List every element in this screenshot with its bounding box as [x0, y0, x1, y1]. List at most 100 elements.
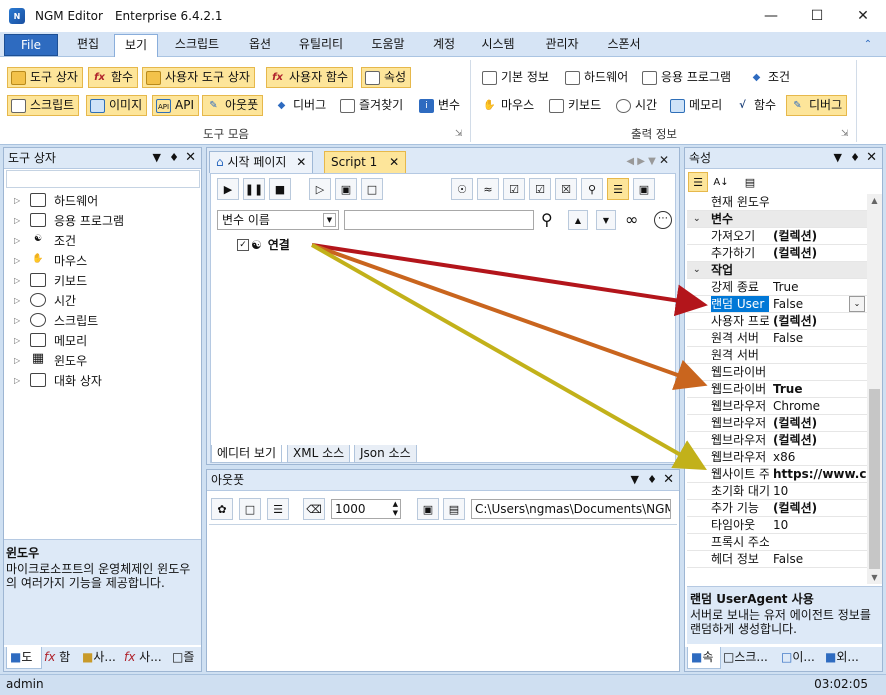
toolbox-search-input[interactable] [6, 170, 200, 188]
menu-options[interactable]: 옵션 [238, 34, 282, 56]
ribbon-properties-button[interactable]: 속성 [361, 67, 412, 88]
tree-item-window[interactable]: ▷ ▦ 윈도우 [14, 350, 87, 370]
ribbon-api-button[interactable]: API API [152, 95, 199, 116]
tab-json-source[interactable]: Json 소스 [354, 445, 417, 463]
property-row[interactable]: 사용자 프로 (컬렉션) [687, 313, 867, 330]
tab-user-function[interactable]: fx 사... [124, 647, 162, 669]
property-row[interactable]: 랜덤 User False ⌄ [687, 296, 867, 313]
search-icon[interactable]: ⚲ [581, 178, 603, 200]
ribbon-collapse-icon[interactable]: ⌃ [858, 34, 878, 56]
property-row[interactable]: 현재 윈도우 [687, 194, 867, 211]
tab-favorites[interactable]: □즐 [172, 647, 194, 669]
expand-icon[interactable]: ▷ [14, 196, 24, 205]
sort-az-icon[interactable]: A↓ [711, 172, 731, 192]
property-row[interactable]: 웹브라우저 Chrome [687, 398, 867, 415]
property-value[interactable]: 10 [773, 517, 867, 533]
menu-file[interactable]: File [4, 34, 58, 56]
folder-icon[interactable]: ▤ [443, 498, 465, 520]
ribbon-basic-info-button[interactable]: 기본 정보 [478, 67, 554, 88]
tab-script-1[interactable]: Script 1 ✕ [324, 151, 407, 173]
menu-utility[interactable]: 유틸리티 [290, 34, 352, 56]
tree-item-applications[interactable]: ▷ 응용 프로그램 [14, 210, 124, 230]
property-category[interactable]: ⌄ 작업 [687, 262, 867, 279]
property-row[interactable]: 추가 기능 (컬렉션) [687, 500, 867, 517]
property-scrollbar[interactable]: ▲ ▼ [867, 194, 882, 584]
expand-icon[interactable]: ▷ [14, 216, 24, 225]
expand-icon[interactable]: ▷ [14, 316, 24, 325]
property-value[interactable]: (컬렉션) [773, 245, 867, 261]
step-into-icon[interactable]: □ [361, 178, 383, 200]
ribbon-time-button[interactable]: 시간 [612, 95, 662, 116]
tree-item-hardware[interactable]: ▷ 하드웨어 [14, 190, 98, 210]
menu-script[interactable]: 스크립트 [164, 34, 230, 56]
check-outline-icon[interactable]: ☑ [529, 178, 551, 200]
menu-sponsor[interactable]: 스폰서 [600, 34, 648, 56]
tree-item-time[interactable]: ▷ 시간 [14, 290, 76, 310]
expand-icon[interactable]: ▷ [14, 276, 24, 285]
run-outline-icon[interactable]: ▷ [309, 178, 331, 200]
property-value[interactable]: (컬렉션) [773, 500, 867, 516]
property-value[interactable]: False [773, 551, 867, 567]
property-row[interactable]: 웹브라우저 x86 [687, 449, 867, 466]
list-icon[interactable]: ☰ [267, 498, 289, 520]
ribbon-debug2-button[interactable]: ✎ 디버그 [786, 95, 848, 116]
expand-icon[interactable]: ▷ [14, 256, 24, 265]
property-value[interactable]: (컬렉션) [773, 432, 867, 448]
maximize-button[interactable]: ☐ [794, 0, 840, 32]
close-icon[interactable]: ✕ [296, 155, 306, 169]
dropdown-icon[interactable]: ▼ [631, 470, 639, 490]
pin-icon[interactable]: ♦ [647, 470, 657, 490]
bulb-icon[interactable]: ☉ [451, 178, 473, 200]
ribbon-output-button[interactable]: ✎ 아웃풋 [202, 95, 264, 116]
ribbon-keyboard-button[interactable]: 키보드 [545, 95, 606, 116]
ribbon-memory-button[interactable]: 메모리 [666, 95, 727, 116]
tree-item-keyboard[interactable]: ▷ 키보드 [14, 270, 87, 290]
ribbon-toolbox-button[interactable]: 도구 상자 [7, 67, 83, 88]
property-category[interactable]: ⌄ 변수 [687, 211, 867, 228]
property-value[interactable]: (컬렉션) [773, 228, 867, 244]
property-pages-icon[interactable]: ▤ [740, 172, 760, 192]
property-value[interactable]: 10 [773, 483, 867, 499]
property-value[interactable]: True [773, 381, 867, 397]
expand-icon[interactable]: ▷ [14, 376, 24, 385]
property-row[interactable]: 웹브라우저 (컬렉션) [687, 432, 867, 449]
node-checkbox[interactable]: ✓ [237, 238, 249, 251]
property-value[interactable]: True [773, 279, 867, 295]
property-value[interactable]: False [773, 330, 867, 346]
ribbon-user-function-button[interactable]: fx 사용자 함수 [266, 67, 354, 88]
ribbon-applications-button[interactable]: 응용 프로그램 [638, 67, 736, 88]
close-button[interactable]: ✕ [840, 0, 886, 32]
expand-icon[interactable]: ▷ [14, 356, 24, 365]
collapse-icon[interactable]: ⌄ [693, 262, 701, 278]
expand-icon[interactable]: ▷ [14, 336, 24, 345]
menu-admin[interactable]: 관리자 [534, 34, 590, 56]
property-grid[interactable]: 현재 윈도우 ⌄ 변수 가져오기 (컬렉션) 추가하기 (컬렉션) ⌄ 작업 강제 종료 True 랜… [687, 194, 882, 584]
group-launcher-icon[interactable]: ⇲ [841, 129, 849, 139]
ribbon-mouse-button[interactable]: ✋ 마우스 [478, 95, 539, 116]
menu-edit[interactable]: 편집 [66, 34, 110, 56]
ribbon-hardware-button[interactable]: 하드웨어 [561, 67, 633, 88]
tab-nav-icon[interactable]: ◀ ▶ ▼ ✕ [626, 153, 669, 167]
tab-script-list[interactable]: □스크... [723, 647, 768, 669]
monitor-icon[interactable]: ▣ [633, 178, 655, 200]
step-icon[interactable]: ▣ [335, 178, 357, 200]
save-icon[interactable]: ▣ [417, 498, 439, 520]
output-path-field[interactable]: C:\Users\ngmas\Documents\NGM6\ [471, 499, 671, 519]
infinity-icon[interactable]: ∞ [625, 210, 638, 229]
ribbon-variable-button[interactable]: i 변수 [415, 95, 465, 116]
ribbon-function2-button[interactable]: √ 함수 [731, 95, 781, 116]
eraser-icon[interactable]: ⌫ [303, 498, 325, 520]
tab-external[interactable]: ■외... [825, 647, 859, 669]
tab-properties[interactable]: ■속 [687, 647, 721, 669]
property-row[interactable]: 원격 서버 [687, 347, 867, 364]
down-icon[interactable]: ▼ [596, 210, 616, 230]
minimize-button[interactable]: — [748, 0, 794, 32]
ribbon-debug-button[interactable]: ◆ 디버그 [270, 95, 331, 116]
scroll-thumb[interactable] [869, 389, 880, 569]
property-row[interactable]: 웹드라이버 True [687, 381, 867, 398]
ribbon-condition-button[interactable]: ◆ 조건 [745, 67, 795, 88]
run-icon[interactable]: ▶ [217, 178, 239, 200]
property-row[interactable]: 웹드라이버 [687, 364, 867, 381]
menu-help[interactable]: 도움말 [362, 34, 414, 56]
output-area[interactable] [209, 524, 677, 670]
